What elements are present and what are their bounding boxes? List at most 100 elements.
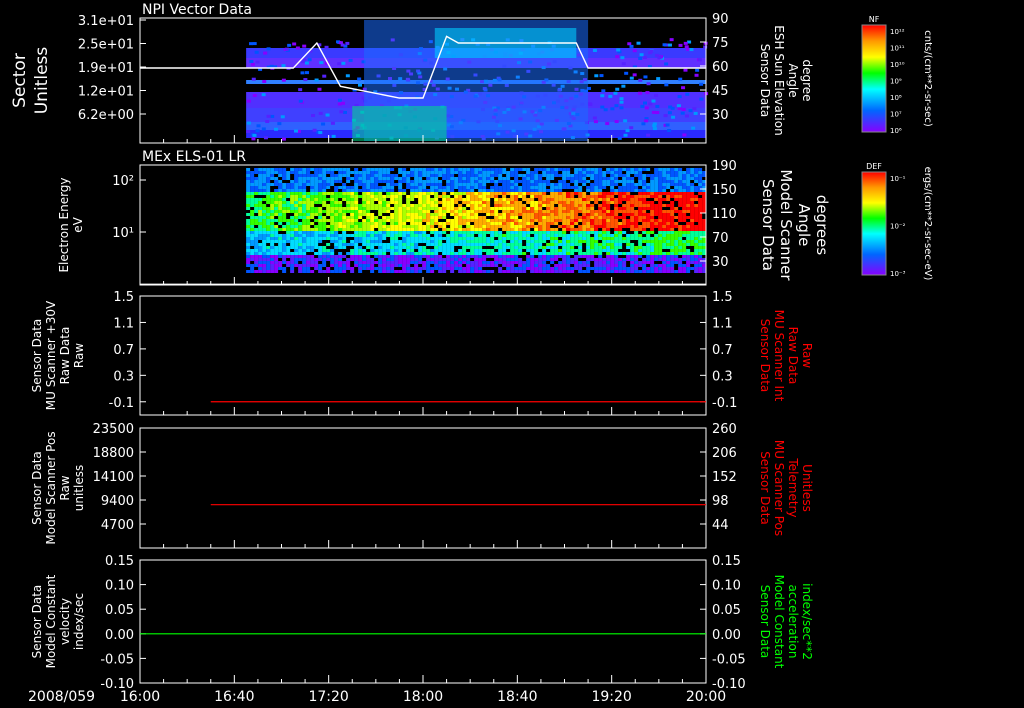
- spectrogram-cell: [690, 252, 695, 255]
- spectrogram-cell: [414, 177, 419, 180]
- spectrogram-cell: [582, 225, 587, 228]
- spectrogram-cell: [378, 192, 383, 195]
- spectrogram-cell: [246, 228, 251, 231]
- spectrogram-cell: [410, 243, 415, 246]
- spectrogram-cell: [634, 234, 639, 237]
- spectrogram-cell: [442, 177, 447, 180]
- spectrogram-cell: [382, 177, 387, 180]
- spectrogram-cell: [514, 198, 519, 201]
- spectrogram-cell: [666, 198, 671, 201]
- spectrogram-cell: [450, 270, 455, 273]
- spectrogram-cell: [478, 264, 483, 267]
- spectrogram-cell: [306, 243, 311, 246]
- spectrogram-cell: [502, 183, 507, 186]
- spectrogram-cell: [634, 189, 639, 192]
- spectrogram-cell: [474, 243, 479, 246]
- spectrogram-cell: [277, 122, 282, 126]
- spectrogram-cell: [246, 174, 251, 177]
- spectrogram-cell: [278, 240, 283, 243]
- spectrogram-cell: [570, 252, 575, 255]
- spectrogram-cell: [314, 201, 319, 204]
- spectrogram-cell: [354, 210, 359, 213]
- spectrogram-cell: [402, 228, 407, 231]
- spectrogram-cell: [638, 201, 643, 204]
- spectrogram-cell: [562, 246, 567, 249]
- spectrogram-cell: [418, 222, 423, 225]
- spectrogram-cell: [522, 204, 527, 207]
- spectrogram-cell: [426, 222, 431, 225]
- spectrogram-cell: [446, 255, 451, 258]
- spectrogram-cell: [654, 180, 659, 183]
- spectrogram-cell: [298, 255, 303, 258]
- spectrogram-cell: [366, 195, 371, 198]
- spectrogram-cell: [262, 168, 267, 171]
- spectrogram-cell: [422, 198, 427, 201]
- spectrogram-cell: [618, 243, 623, 246]
- spectrogram-cell: [674, 231, 679, 234]
- spectrogram-cell: [694, 267, 699, 270]
- spectrogram-cell: [506, 213, 511, 216]
- spectrogram-cell: [558, 225, 563, 228]
- spectrogram-cell: [318, 270, 323, 273]
- spectrogram-cell: [302, 270, 307, 273]
- spectrogram-cell: [354, 192, 359, 195]
- spectrogram-cell: [666, 264, 671, 267]
- spectrogram-cell: [382, 252, 387, 255]
- spectrogram-cell: [514, 258, 519, 261]
- spectrogram-cell: [622, 195, 627, 198]
- spectrogram-cell: [306, 231, 311, 234]
- spectrogram-cell: [398, 204, 403, 207]
- spectrogram-cell: [666, 174, 671, 177]
- spectrogram-cell: [290, 267, 295, 270]
- spectrogram-cell: [534, 204, 539, 207]
- spectrogram-cell: [669, 38, 674, 42]
- spectrogram-cell: [394, 231, 399, 234]
- spectrogram-cell: [682, 246, 687, 249]
- spectrogram-cell: [626, 243, 631, 246]
- spectrogram-cell: [678, 249, 683, 252]
- spectrogram-cell: [618, 267, 623, 270]
- spectrogram-cell: [666, 231, 671, 234]
- spectrogram-cell: [650, 267, 655, 270]
- spectrogram-cell: [582, 183, 587, 186]
- spectrogram-cell: [426, 267, 431, 270]
- spectrogram-cell: [382, 231, 387, 234]
- spectrogram-cell: [686, 189, 691, 192]
- spectrogram-cell: [450, 207, 455, 210]
- spectrogram-cell: [674, 237, 679, 240]
- spectrogram-cell: [370, 237, 375, 240]
- spectrogram-cell: [542, 252, 547, 255]
- spectrogram-cell: [558, 255, 563, 258]
- spectrogram-cell: [454, 213, 459, 216]
- spectrogram-cell: [345, 74, 350, 78]
- spectrogram-cell: [266, 270, 271, 273]
- spectrogram-cell: [458, 243, 463, 246]
- spectrogram-cell: [326, 237, 331, 240]
- spectrogram-cell: [550, 243, 555, 246]
- spectrogram-cell: [630, 216, 635, 219]
- spectrogram-cell: [434, 207, 439, 210]
- spectrogram-cell: [266, 249, 271, 252]
- spectrogram-cell: [482, 240, 487, 243]
- spectrogram-cell: [590, 204, 595, 207]
- spectrogram-cell: [678, 171, 683, 174]
- spectrogram-cell: [338, 267, 343, 270]
- spectrogram-cell: [482, 270, 487, 273]
- spectrogram-cell: [334, 270, 339, 273]
- spectrogram-cell: [482, 222, 487, 225]
- spectrogram-cell: [470, 201, 475, 204]
- spectrogram-cell: [354, 231, 359, 234]
- spectrogram-cell: [634, 237, 639, 240]
- spectrogram-cell: [450, 267, 455, 270]
- spectrogram-cell: [610, 168, 615, 171]
- spectrogram-cell: [310, 231, 315, 234]
- spectrogram-cell: [694, 198, 699, 201]
- spectrogram-cell: [514, 267, 519, 270]
- spectrogram-cell: [370, 246, 375, 249]
- spectrogram-cell: [658, 168, 663, 171]
- spectrogram-cell: [698, 249, 703, 252]
- spectrogram-cell: [302, 225, 307, 228]
- spectrogram-cell: [650, 186, 655, 189]
- spectrogram-cell: [662, 270, 667, 273]
- spectrogram-cell: [642, 252, 647, 255]
